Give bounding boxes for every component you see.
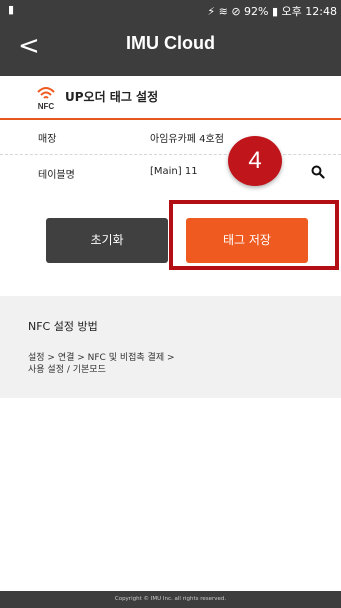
search-icon[interactable] bbox=[311, 165, 325, 179]
reset-button[interactable]: 초기화 bbox=[46, 218, 168, 263]
notification-icon: ▮ bbox=[8, 3, 15, 16]
highlight-box bbox=[169, 200, 339, 270]
status-icons: ⚡ ≋ ⊘ 92% ▮ 오후 12:48 bbox=[207, 5, 337, 18]
nfc-icon: NFC bbox=[37, 87, 55, 111]
section-header: NFC UP오더 태그 설정 bbox=[0, 76, 341, 120]
app-header: < IMU Cloud bbox=[0, 20, 341, 76]
status-bar: ▮ ⚡ ≋ ⊘ 92% ▮ 오후 12:48 bbox=[0, 0, 341, 20]
guide-text: 설정 > 연결 > NFC 및 비접촉 결제 > 사용 설정 / 기본모드 bbox=[28, 352, 175, 376]
section-title: UP오더 태그 설정 bbox=[65, 90, 159, 104]
step-badge: 4 bbox=[228, 136, 282, 186]
table-name-label: 테이블명 bbox=[38, 170, 75, 181]
app-title: IMU Cloud bbox=[126, 33, 215, 53]
footer: Copyright © IMU Inc. all rights reserved… bbox=[0, 591, 341, 608]
guide-line-2: 사용 설정 / 기본모드 bbox=[28, 365, 106, 375]
table-name-value[interactable]: [Main] 11 bbox=[150, 166, 198, 177]
guide-line-1: 설정 > 연결 > NFC 및 비접촉 결제 > bbox=[28, 353, 175, 363]
guide-title: NFC 설정 방법 bbox=[28, 320, 98, 333]
nfc-guide-panel: NFC 설정 방법 설정 > 연결 > NFC 및 비접촉 결제 > 사용 설정… bbox=[0, 296, 341, 398]
nfc-icon-label: NFC bbox=[38, 102, 55, 111]
store-value: 아임유카페 4호점 bbox=[150, 134, 224, 145]
store-label: 매장 bbox=[38, 134, 57, 145]
table-name-row: 테이블명 [Main] 11 bbox=[0, 156, 341, 190]
store-row: 매장 아임유카페 4호점 bbox=[0, 120, 341, 155]
